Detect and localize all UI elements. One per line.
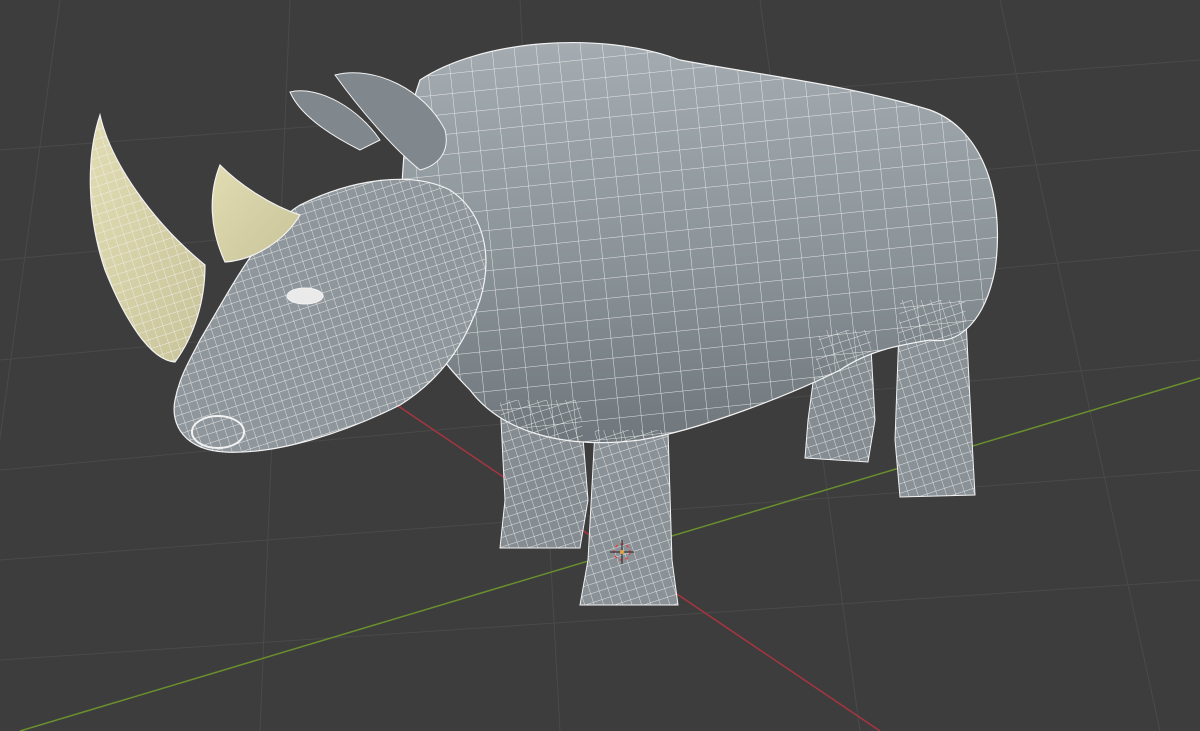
leg-wireframe [895, 300, 975, 497]
rhino-eye [286, 287, 324, 305]
viewport-canvas[interactable] [0, 0, 1200, 731]
leg-wireframe [500, 400, 588, 548]
leg-wireframe [580, 430, 678, 605]
rhino-front-horn-wireframe [90, 115, 205, 362]
3d-viewport[interactable] [0, 0, 1200, 731]
rhino-model[interactable] [89, 41, 998, 606]
